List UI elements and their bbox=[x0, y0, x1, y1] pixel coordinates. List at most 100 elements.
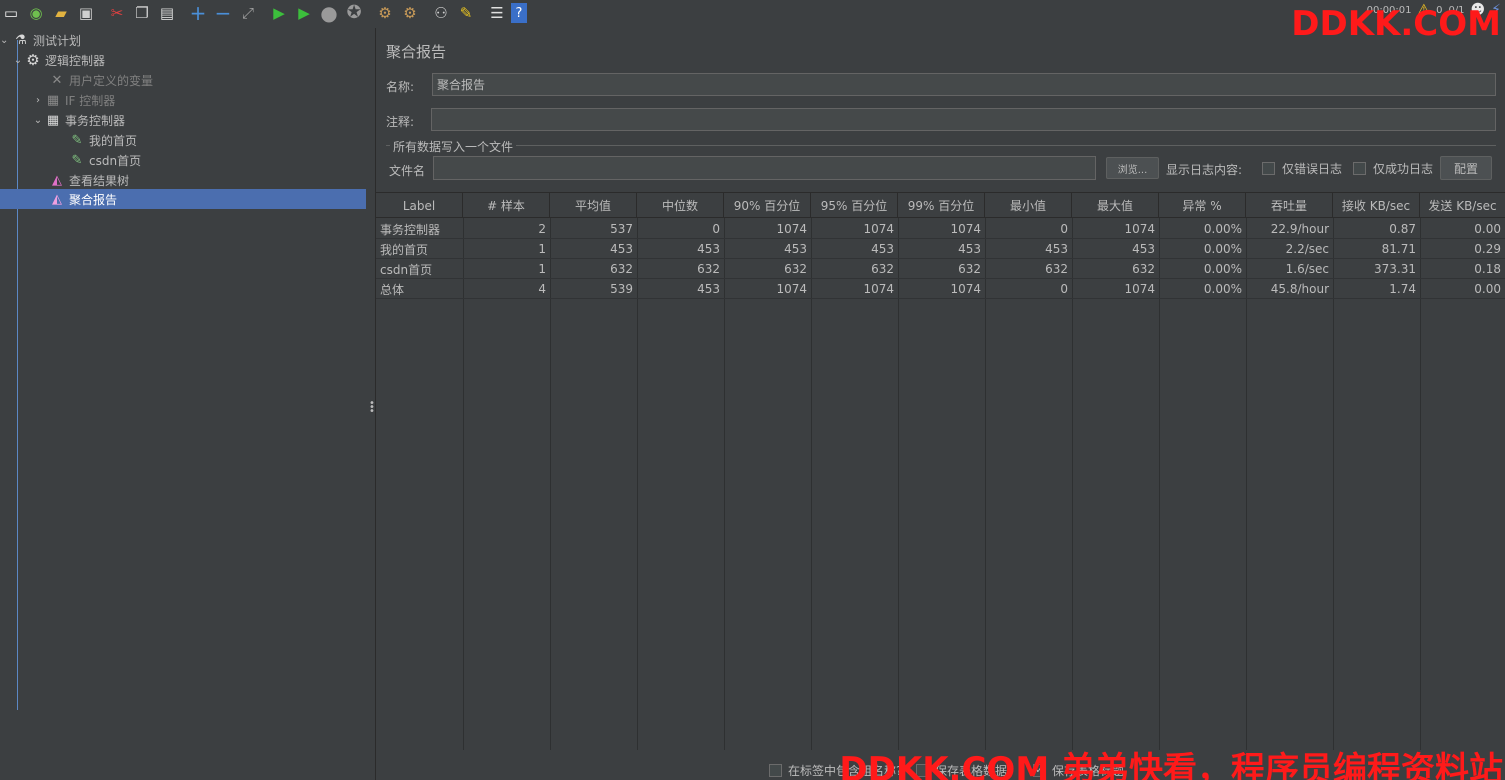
column-header-min[interactable]: 最小值 bbox=[985, 193, 1072, 218]
page-title: 聚合报告 bbox=[386, 43, 447, 61]
controller-icon: ▦ bbox=[46, 112, 60, 128]
tree-item-label: 我的首页 bbox=[89, 133, 138, 148]
column-header-average[interactable]: 平均值 bbox=[550, 193, 637, 218]
table-cell: 0.87 bbox=[1389, 222, 1416, 236]
checkbox-box[interactable] bbox=[769, 764, 782, 777]
table-cell: 1.6/sec bbox=[1285, 262, 1329, 276]
table-cell: 1074 bbox=[950, 222, 981, 236]
column-header-max[interactable]: 最大值 bbox=[1072, 193, 1159, 218]
column-header-99-line[interactable]: 99% 百分位 bbox=[898, 193, 985, 218]
stop-icon[interactable]: ● bbox=[318, 2, 340, 24]
column-header-label[interactable]: Label bbox=[376, 193, 463, 218]
chevron-down-icon[interactable]: ⌄ bbox=[32, 115, 44, 126]
collapse-icon[interactable]: − bbox=[212, 2, 234, 24]
filename-input[interactable] bbox=[433, 156, 1096, 180]
success-only-checkbox[interactable]: 仅成功日志 bbox=[1353, 160, 1433, 177]
table-row[interactable]: 总体 4 539 453 1074 1074 1074 0 1074 0.00% 45.8/hour… bbox=[376, 279, 1505, 299]
table-cell: 81.71 bbox=[1381, 242, 1416, 256]
name-label: 名称: bbox=[386, 80, 415, 94]
table-cell: 632 bbox=[958, 262, 981, 276]
tree-item-label: 逻辑控制器 bbox=[45, 53, 106, 68]
sampler-pipette-icon: ✎ bbox=[71, 132, 83, 148]
table-cell: 1074 bbox=[776, 282, 807, 296]
column-header-samples[interactable]: # 样本 bbox=[463, 193, 550, 218]
tree-item-csdn-homepage[interactable]: ✎ csdn首页 bbox=[0, 150, 366, 170]
checkbox-box[interactable] bbox=[1353, 162, 1366, 175]
table-row[interactable]: 我的首页 1 453 453 453 453 453 453 453 0.00% 2.2/sec 81… bbox=[376, 239, 1505, 259]
tree-item-transaction-controller[interactable]: ⌄ ▦ 事务控制器 bbox=[0, 110, 366, 130]
table-cell-label: csdn首页 bbox=[380, 262, 433, 277]
templates-icon[interactable]: ◉ bbox=[25, 2, 47, 24]
help-icon[interactable]: ? bbox=[511, 3, 527, 23]
table-cell-label: 事务控制器 bbox=[380, 222, 441, 237]
configure-button[interactable]: 配置 bbox=[1440, 156, 1492, 180]
name-field[interactable]: 聚合报告 bbox=[432, 73, 1496, 96]
clear-icon[interactable]: ⚙ bbox=[374, 2, 396, 24]
chevron-right-icon[interactable]: › bbox=[32, 95, 44, 106]
paste-icon[interactable]: ▤ bbox=[156, 2, 178, 24]
column-header-throughput[interactable]: 吞吐量 bbox=[1246, 193, 1333, 218]
tree-item-aggregate-report[interactable]: ◭ 聚合报告 bbox=[0, 189, 366, 209]
copy-icon[interactable]: ❐ bbox=[131, 2, 153, 24]
table-cell: 453 bbox=[871, 242, 894, 256]
errors-only-label: 仅错误日志 bbox=[1282, 162, 1343, 176]
chevron-down-icon[interactable]: ⌄ bbox=[0, 35, 8, 46]
sampler-pipette-icon: ✎ bbox=[71, 152, 83, 168]
chevron-down-icon[interactable]: ⌄ bbox=[12, 55, 24, 66]
table-cell: 537 bbox=[610, 222, 633, 236]
column-header-sent[interactable]: 发送 KB/sec bbox=[1420, 193, 1505, 218]
table-cell: 1.74 bbox=[1389, 282, 1416, 296]
table-cell: 0.00% bbox=[1203, 282, 1242, 296]
start-icon[interactable]: ▶ bbox=[268, 2, 290, 24]
tree-item-test-plan[interactable]: ⌄ ⚗ 测试计划 bbox=[0, 30, 366, 50]
tree-item-my-homepage[interactable]: ✎ 我的首页 bbox=[0, 130, 366, 150]
gear-icon: ⚙ bbox=[26, 51, 40, 69]
comment-field[interactable] bbox=[431, 108, 1496, 131]
table-cell: 4 bbox=[538, 282, 546, 296]
search-icon[interactable]: ⚇ bbox=[430, 2, 452, 24]
column-header-median[interactable]: 中位数 bbox=[637, 193, 724, 218]
tree-item-view-results-tree[interactable]: ◭ 查看结果树 bbox=[0, 170, 366, 190]
results-table[interactable]: Label # 样本 平均值 中位数 90% 百分位 95% 百分位 99% 百… bbox=[376, 192, 1505, 751]
clear-all-icon[interactable]: ⚙ bbox=[399, 2, 421, 24]
table-cell: 1074 bbox=[863, 222, 894, 236]
controller-icon: ▦ bbox=[46, 92, 60, 108]
filename-label: 文件名 bbox=[389, 164, 426, 178]
table-cell: 453 bbox=[958, 242, 981, 256]
cut-icon[interactable]: ✂ bbox=[106, 2, 128, 24]
table-cell: 1074 bbox=[1124, 222, 1155, 236]
column-header-received[interactable]: 接收 KB/sec bbox=[1333, 193, 1420, 218]
browse-button[interactable]: 浏览... bbox=[1106, 157, 1159, 179]
function-helper-icon[interactable]: ☰ bbox=[486, 2, 508, 24]
table-cell: 1074 bbox=[950, 282, 981, 296]
table-cell: 1074 bbox=[1124, 282, 1155, 296]
reset-search-icon[interactable]: ✎ bbox=[455, 2, 477, 24]
start-no-pause-icon[interactable]: ▶ bbox=[293, 2, 315, 24]
expand-icon[interactable]: + bbox=[187, 2, 209, 24]
column-header-error[interactable]: 异常 % bbox=[1159, 193, 1246, 218]
tree-item-if-controller[interactable]: › ▦ IF 控制器 bbox=[0, 90, 366, 110]
table-cell: 0.00 bbox=[1474, 282, 1501, 296]
table-cell: 632 bbox=[610, 262, 633, 276]
tree-item-user-variables[interactable]: ✕ 用户定义的变量 bbox=[0, 70, 366, 90]
table-cell: 22.9/hour bbox=[1270, 222, 1329, 236]
save-icon[interactable]: ▣ bbox=[75, 2, 97, 24]
errors-only-checkbox[interactable]: 仅错误日志 bbox=[1262, 160, 1342, 177]
table-cell: 632 bbox=[697, 262, 720, 276]
checkbox-box[interactable] bbox=[1262, 162, 1275, 175]
table-row[interactable]: csdn首页 1 632 632 632 632 632 632 632 0.00% 1.6/sec… bbox=[376, 259, 1505, 279]
table-row[interactable]: 事务控制器 2 537 0 1074 1074 1074 0 1074 0.00% 22.9/hou… bbox=[376, 219, 1505, 239]
tree-item-logic-controller[interactable]: ⌄ ⚙ 逻辑控制器 bbox=[0, 50, 366, 70]
toggle-icon[interactable]: ⤢ bbox=[237, 2, 259, 24]
column-header-95-line[interactable]: 95% 百分位 bbox=[811, 193, 898, 218]
wrench-icon: ✕ bbox=[51, 72, 63, 88]
file-group-border bbox=[386, 145, 1496, 146]
table-cell: 0.00% bbox=[1203, 222, 1242, 236]
column-header-90-line[interactable]: 90% 百分位 bbox=[724, 193, 811, 218]
new-icon[interactable]: ▭ bbox=[0, 2, 22, 24]
listener-chart-icon: ◭ bbox=[52, 172, 62, 188]
shutdown-icon[interactable]: ✪ bbox=[343, 2, 365, 24]
open-icon[interactable]: ▰ bbox=[50, 2, 72, 24]
split-pane-handle[interactable]: • • • bbox=[369, 399, 375, 417]
comment-label: 注释: bbox=[386, 115, 415, 129]
